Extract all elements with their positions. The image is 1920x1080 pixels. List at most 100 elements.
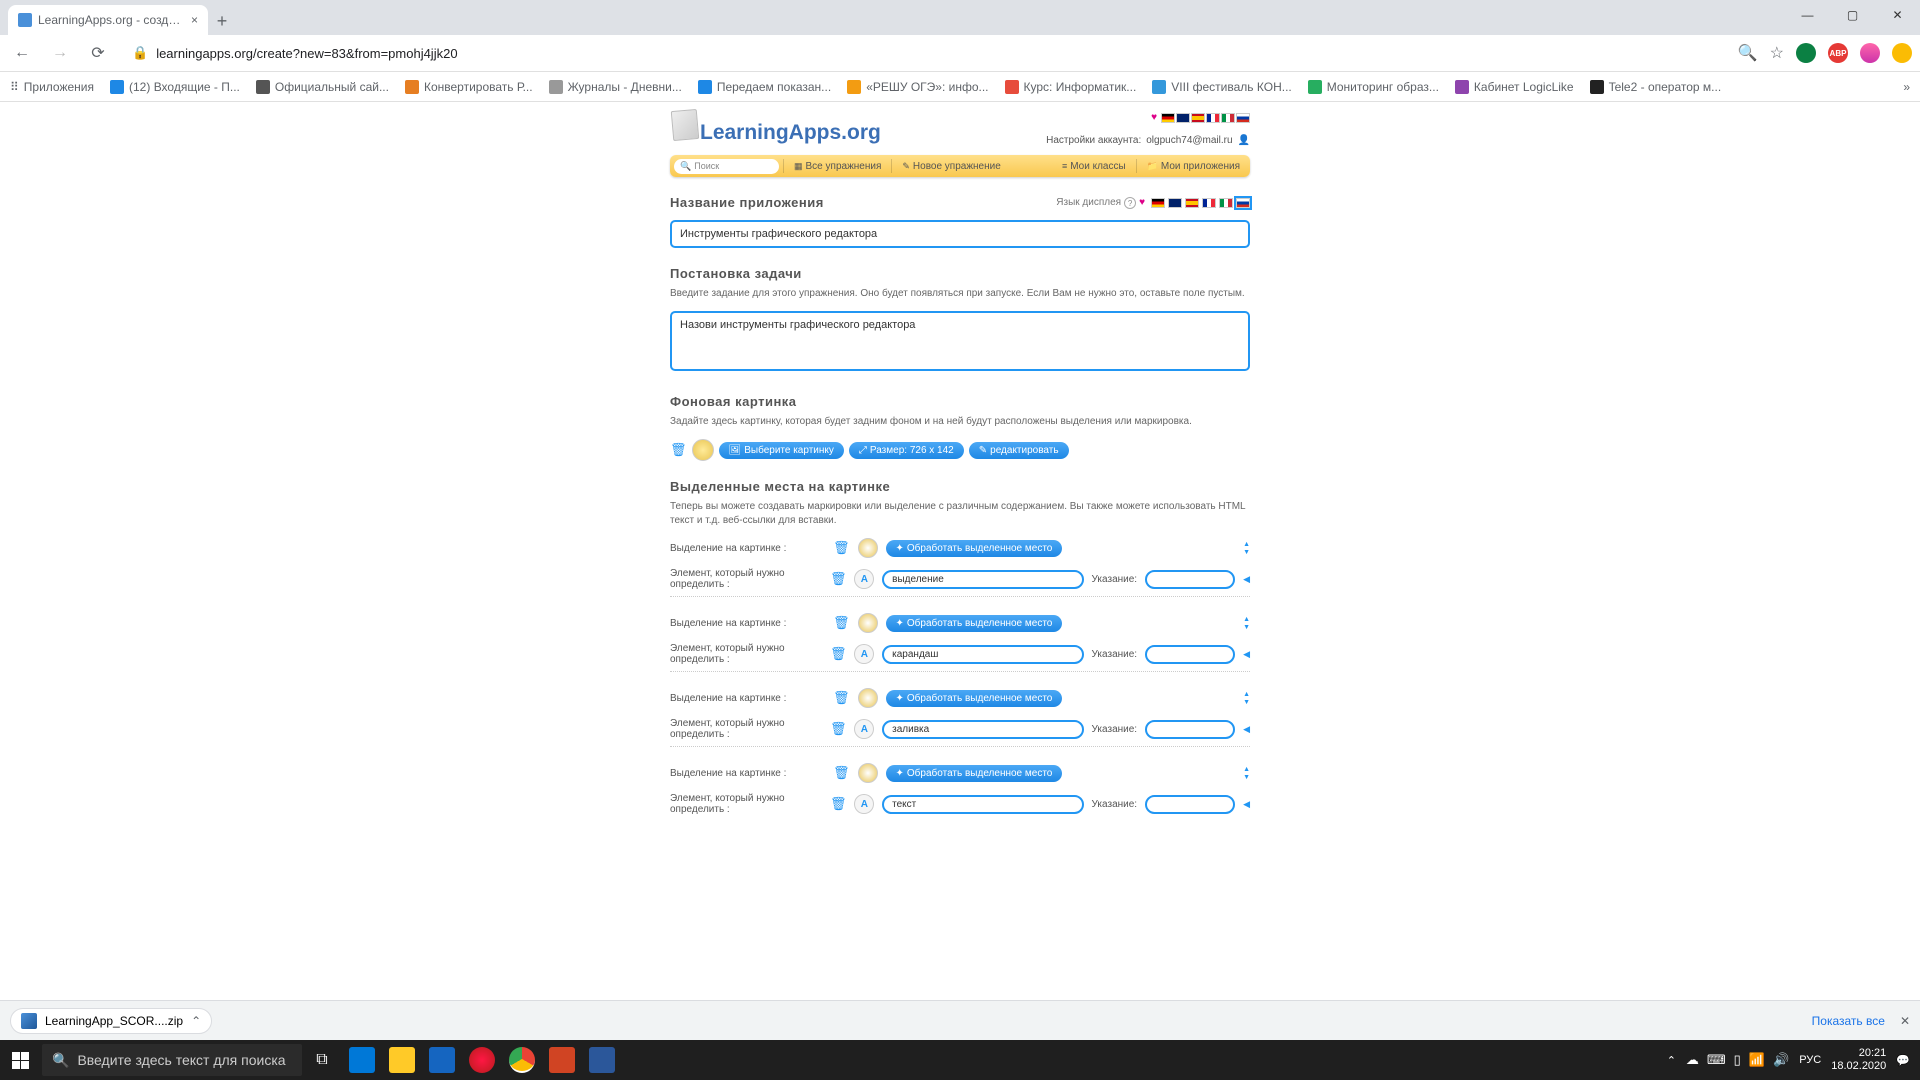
task-textarea[interactable]: Назови инструменты графического редактор… <box>670 311 1250 371</box>
browser-tab[interactable]: LearningApps.org - создание м... × <box>8 5 208 35</box>
site-logo[interactable]: LearningApps.org <box>700 121 881 145</box>
url-bar[interactable]: 🔒 learningapps.org/create?new=83&from=pm… <box>122 45 1728 61</box>
arrow-up-icon[interactable]: ▲ <box>1243 766 1250 773</box>
trash-icon[interactable]: 🗑 <box>830 571 847 587</box>
back-button[interactable]: ← <box>8 39 36 67</box>
nav-all-exercises[interactable]: ▦Все упражнения <box>788 161 887 172</box>
profile-avatar[interactable] <box>1860 43 1880 63</box>
trash-icon[interactable]: 🗑 <box>833 615 850 631</box>
arrow-down-icon[interactable]: ▼ <box>1243 624 1250 631</box>
flag-en[interactable] <box>1176 113 1190 123</box>
hint-input[interactable] <box>1145 645 1235 664</box>
text-type-icon[interactable]: A <box>854 794 874 814</box>
volume-icon[interactable]: 🔊 <box>1773 1052 1789 1068</box>
help-icon[interactable]: ? <box>1124 197 1136 209</box>
maximize-button[interactable]: ▢ <box>1830 0 1875 30</box>
account-info[interactable]: Настройки аккаунта: olgpuch74@mail.ru 👤 <box>1046 135 1250 146</box>
flag-es[interactable] <box>1185 198 1199 208</box>
flag-fr[interactable] <box>1202 198 1216 208</box>
bookmark-item[interactable]: Журналы - Дневни... <box>549 80 682 94</box>
process-mark-button[interactable]: ✦Обработать выделенное место <box>886 615 1063 632</box>
flag-de[interactable] <box>1151 198 1165 208</box>
trash-icon[interactable]: 🗑 <box>833 765 850 781</box>
bookmark-item[interactable]: Курс: Информатик... <box>1005 80 1137 94</box>
taskbar-word[interactable] <box>582 1040 622 1080</box>
flag-en[interactable] <box>1168 198 1182 208</box>
clock[interactable]: 20:21 18.02.2020 <box>1831 1047 1886 1073</box>
user-icon[interactable] <box>1892 43 1912 63</box>
text-type-icon[interactable]: A <box>854 569 874 589</box>
arrow-up-icon[interactable]: ▲ <box>1243 541 1250 548</box>
expand-icon[interactable]: ◀ <box>1243 799 1250 810</box>
chevron-up-icon[interactable]: ⌃ <box>191 1014 201 1028</box>
app-title-input[interactable] <box>670 220 1250 248</box>
arrow-up-icon[interactable]: ▲ <box>1243 691 1250 698</box>
hint-input[interactable] <box>1145 795 1235 814</box>
apps-button[interactable]: ⠿ Приложения <box>10 80 94 94</box>
process-mark-button[interactable]: ✦Обработать выделенное место <box>886 765 1063 782</box>
arrow-down-icon[interactable]: ▼ <box>1243 549 1250 556</box>
trash-icon[interactable]: 🗑 <box>830 721 847 737</box>
onedrive-icon[interactable]: ☁ <box>1686 1052 1699 1068</box>
element-input[interactable] <box>882 720 1083 739</box>
keyboard-icon[interactable]: ⌨ <box>1707 1052 1726 1068</box>
bookmark-item[interactable]: VIII фестиваль КОН... <box>1152 80 1291 94</box>
reload-button[interactable]: ⟳ <box>84 39 112 67</box>
extension-icon[interactable] <box>1796 43 1816 63</box>
flag-ru[interactable] <box>1236 113 1250 123</box>
bookmark-item[interactable]: Мониторинг образ... <box>1308 80 1439 94</box>
nav-my-apps[interactable]: 📁Мои приложения <box>1141 161 1246 172</box>
bookmark-item[interactable]: Tele2 - оператор м... <box>1590 80 1722 94</box>
taskbar-opera[interactable] <box>462 1040 502 1080</box>
bookmark-item[interactable]: (12) Входящие - П... <box>110 80 240 94</box>
bookmark-item[interactable]: Передаем показан... <box>698 80 831 94</box>
trash-icon[interactable]: 🗑 <box>830 796 847 812</box>
star-icon[interactable]: ☆ <box>1770 43 1784 63</box>
element-input[interactable] <box>882 795 1083 814</box>
mark-thumb[interactable] <box>858 538 878 558</box>
bookmarks-overflow[interactable]: » <box>1903 80 1910 94</box>
text-type-icon[interactable]: A <box>854 644 874 664</box>
taskbar-store[interactable] <box>342 1040 382 1080</box>
flag-fr[interactable] <box>1206 113 1220 123</box>
bookmark-item[interactable]: «РЕШУ ОГЭ»: инфо... <box>847 80 988 94</box>
size-button[interactable]: ⤢Размер: 726 x 142 <box>849 442 964 459</box>
nav-my-classes[interactable]: ≡Мои классы <box>1056 161 1132 172</box>
tray-chevron-icon[interactable]: ⌃ <box>1667 1054 1676 1067</box>
flag-it[interactable] <box>1221 113 1235 123</box>
zoom-icon[interactable]: 🔍 <box>1738 43 1758 63</box>
minimize-button[interactable]: — <box>1785 0 1830 30</box>
mark-thumb[interactable] <box>858 613 878 633</box>
notifications-icon[interactable]: 💬 <box>1896 1054 1910 1067</box>
battery-icon[interactable]: ▯ <box>1734 1052 1741 1068</box>
expand-icon[interactable]: ◀ <box>1243 724 1250 735</box>
process-mark-button[interactable]: ✦Обработать выделенное место <box>886 540 1063 557</box>
arrow-up-icon[interactable]: ▲ <box>1243 616 1250 623</box>
hint-input[interactable] <box>1145 570 1235 589</box>
text-type-icon[interactable]: A <box>854 719 874 739</box>
trash-icon[interactable]: 🗑 <box>833 540 850 556</box>
wifi-icon[interactable]: 📶 <box>1749 1052 1765 1068</box>
bookmark-item[interactable]: Официальный сай... <box>256 80 389 94</box>
show-all-downloads[interactable]: Показать все ✕ <box>1812 1014 1910 1028</box>
nav-new-exercise[interactable]: ✎Новое упражнение <box>896 161 1006 172</box>
forward-button[interactable]: → <box>46 39 74 67</box>
close-downloads-icon[interactable]: ✕ <box>1900 1014 1910 1028</box>
trash-icon[interactable]: 🗑 <box>670 442 687 458</box>
taskbar-mail[interactable] <box>422 1040 462 1080</box>
select-image-button[interactable]: 🖼Выберите картинку <box>719 442 844 459</box>
close-icon[interactable]: × <box>191 13 198 27</box>
mark-thumb[interactable] <box>858 688 878 708</box>
expand-icon[interactable]: ◀ <box>1243 649 1250 660</box>
image-thumb[interactable] <box>692 439 714 461</box>
flag-es[interactable] <box>1191 113 1205 123</box>
edit-button[interactable]: ✎редактировать <box>969 442 1069 459</box>
search-input[interactable]: 🔍 Поиск <box>674 159 779 174</box>
flag-de[interactable] <box>1161 113 1175 123</box>
mark-thumb[interactable] <box>858 763 878 783</box>
close-button[interactable]: ✕ <box>1875 0 1920 30</box>
taskbar-chrome[interactable] <box>502 1040 542 1080</box>
language-indicator[interactable]: РУС <box>1799 1054 1821 1066</box>
arrow-down-icon[interactable]: ▼ <box>1243 774 1250 781</box>
flag-it[interactable] <box>1219 198 1233 208</box>
